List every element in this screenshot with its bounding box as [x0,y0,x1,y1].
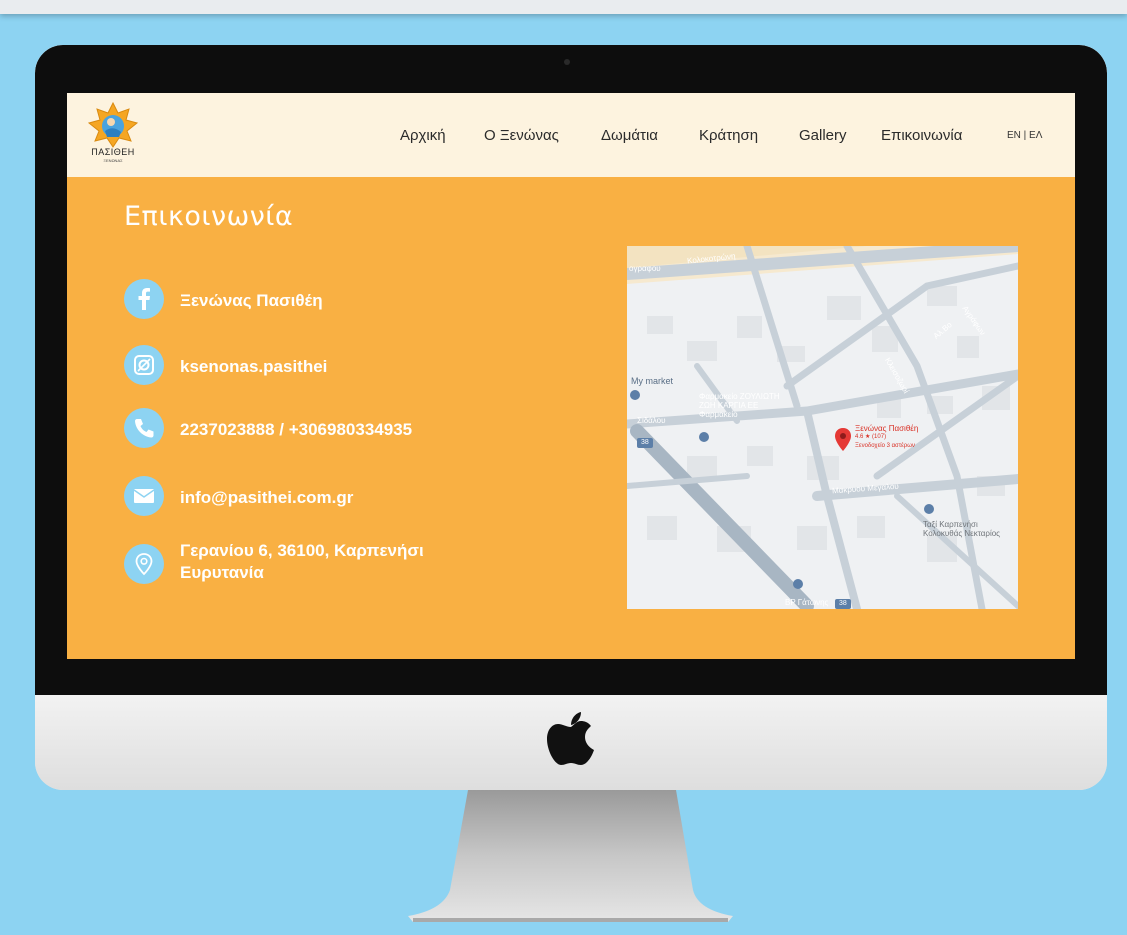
map-pharmacy-line-3: Φαρμακείο [699,410,738,419]
nav-item-gallery[interactable]: Gallery [799,127,847,144]
map-bp-label: BP Γάτωνης [785,598,829,607]
map-pharmacy-label: Φαρμακείο ΖΟΥΛΙΩΤΗ ΖΩΗ ΚΑΡΓΙΑ ΕΕ Φαρμακε… [699,392,780,419]
location-map[interactable]: ογραφου Κολοκοτρώνη My market Φαρμακείο … [627,246,1018,609]
map-market-label: My market [631,376,674,386]
contact-address[interactable]: Γερανίου 6, 36100, Καρπενήσι Ευρυτανία [124,540,544,588]
map-place-label: Ξενώνας Πασιθέη 4.6 ★ (107) Ξενοδοχείο 3… [855,424,918,451]
map-pharmacy-line-2: ΖΩΗ ΚΑΡΓΙΑ ΕΕ [699,401,759,410]
contact-phone[interactable]: 2237023888 / +306980334935 [124,408,544,448]
contact-instagram[interactable]: ksenonas.pasithei [124,345,544,385]
facebook-icon [124,279,164,319]
map-street-top-left: ογραφου [629,264,661,273]
logo-subtitle: ΞΕΝΩΝΑΣ [103,158,123,163]
mail-icon [124,476,164,516]
map-taxi-line-1: Ταξί Καρπενήσι [923,520,978,529]
site-header: ΠΑΣΙΘΕΗ ΞΕΝΩΝΑΣ Αρχική Ο Ξενώνας Δωμάτια… [67,93,1075,177]
map-route-38a: 38 [641,439,649,446]
contact-facebook[interactable]: Ξενώνας Πασιθέη [124,279,544,319]
page-title: Επικοινωνία [124,201,294,232]
nav-item-rooms[interactable]: Δωμάτια [601,127,658,144]
address-line-2: Ευρυτανία [180,563,264,582]
contact-address-text: Γερανίου 6, 36100, Καρπενήσι Ευρυτανία [180,540,424,584]
imac-stand [408,790,733,922]
phone-icon [124,408,164,448]
map-canvas [627,246,1018,609]
camera-dot [564,59,570,65]
instagram-icon [124,345,164,385]
nav-item-home[interactable]: Αρχική [400,127,446,144]
map-place-type: Ξενοδοχείο 3 αστέρων [855,443,915,449]
map-place-rating: 4.6 ★ (107) [855,434,887,440]
contact-phone-text: 2237023888 / +306980334935 [180,420,413,439]
map-pharmacy-line-1: Φαρμακείο ΖΟΥΛΙΩΤΗ [699,392,780,401]
nav-item-booking[interactable]: Κράτηση [699,127,758,144]
site-logo[interactable]: ΠΑΣΙΘΕΗ ΞΕΝΩΝΑΣ [81,101,145,171]
contact-email[interactable]: info@pasithei.com.gr [124,476,544,516]
map-route-38b: 38 [839,600,847,607]
contact-email-text: info@pasithei.com.gr [180,488,354,507]
pasithei-logo-icon [87,101,139,148]
nav-item-guesthouse[interactable]: Ο Ξενώνας [484,127,559,144]
map-taxi-label: Ταξί Καρπενήσι Κολοκυθάς Νεκταρίος [923,520,1000,538]
address-line-1: Γερανίου 6, 36100, Καρπενήσι [180,541,424,560]
language-switcher[interactable]: EN | ΕΛ [1007,130,1042,141]
map-taxi-line-2: Κολοκυθάς Νεκταρίος [923,529,1001,538]
nav-item-contact[interactable]: Επικοινωνία [881,127,962,144]
browser-top-bar [0,0,1127,14]
map-place-name: Ξενώνας Πασιθέη [855,424,919,433]
contact-instagram-text: ksenonas.pasithei [180,357,328,376]
map-left-street: Σιδάλου [637,416,666,425]
apple-logo-icon [547,712,594,765]
contact-facebook-text: Ξενώνας Πασιθέη [180,291,323,310]
location-pin-icon [124,544,164,584]
logo-name: ΠΑΣΙΘΕΗ [91,147,135,157]
website-screen: ΠΑΣΙΘΕΗ ΞΕΝΩΝΑΣ Αρχική Ο Ξενώνας Δωμάτια… [67,93,1075,659]
